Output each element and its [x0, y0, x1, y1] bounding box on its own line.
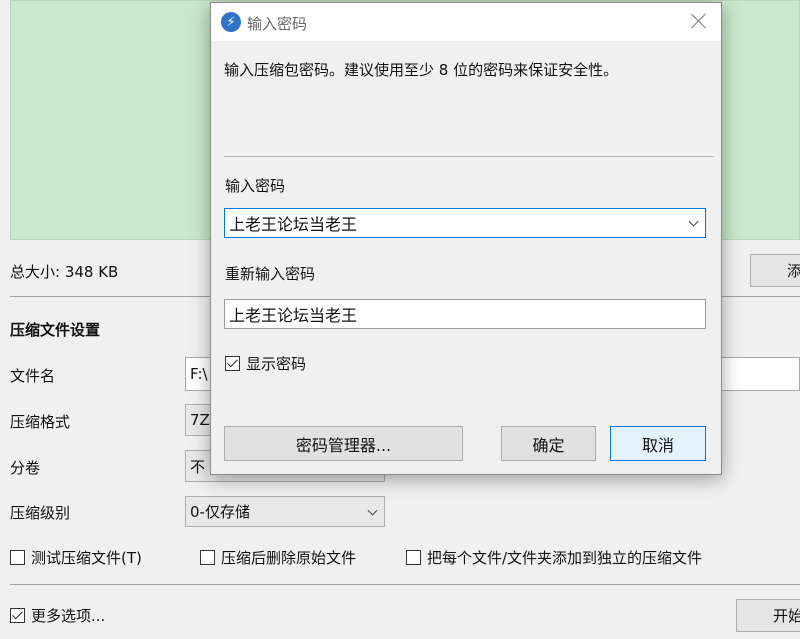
total-size-label: 总大小: 348 KB: [10, 263, 119, 281]
level-value: 0-仅存储: [190, 503, 250, 521]
cancel-button[interactable]: 取消: [610, 426, 706, 461]
test-archive-checkbox[interactable]: 测试压缩文件(T): [10, 547, 142, 568]
checkbox-box[interactable]: [225, 356, 240, 371]
more-options-checkbox[interactable]: 更多选项...: [10, 605, 105, 626]
confirm-password-label: 重新输入密码: [225, 265, 316, 283]
ok-label: 确定: [532, 435, 565, 455]
format-label: 压缩格式: [10, 413, 71, 431]
dialog-titlebar: ⚡ 输入密码: [211, 3, 721, 41]
settings-title: 压缩文件设置: [10, 321, 101, 339]
password-input[interactable]: 上老王论坛当老王: [224, 208, 706, 238]
more-options-label: 更多选项...: [31, 607, 106, 625]
filename-value: F:\: [190, 365, 208, 383]
delete-after-label: 压缩后删除原始文件: [221, 549, 357, 567]
add-button-label: 添: [787, 260, 800, 281]
filename-label: 文件名: [10, 367, 56, 385]
ok-button[interactable]: 确定: [501, 426, 596, 461]
split-value: 不: [190, 457, 206, 476]
password-manager-label: 密码管理器...: [295, 435, 392, 455]
password-label: 输入密码: [225, 177, 286, 195]
format-value: 7Z: [190, 411, 210, 429]
start-button-label: 开始: [773, 607, 800, 625]
dialog-description: 输入压缩包密码。建议使用至少 8 位的密码来保证安全性。: [224, 61, 619, 79]
separate-archives-label: 把每个文件/文件夹添加到独立的压缩文件: [427, 549, 703, 567]
start-button[interactable]: 开始: [736, 599, 800, 632]
checkbox-box[interactable]: [406, 550, 421, 565]
password-manager-button[interactable]: 密码管理器...: [224, 426, 463, 461]
level-label: 压缩级别: [10, 504, 71, 522]
separate-archives-checkbox[interactable]: 把每个文件/文件夹添加到独立的压缩文件: [406, 547, 702, 568]
checkbox-box[interactable]: [10, 550, 25, 565]
app-logo-icon: ⚡: [221, 12, 241, 32]
delete-after-checkbox[interactable]: 压缩后删除原始文件: [200, 547, 356, 568]
level-select[interactable]: 0-仅存储: [185, 496, 385, 527]
confirm-password-value: 上老王论坛当老王: [229, 306, 358, 325]
checkbox-box[interactable]: [10, 608, 25, 623]
dialog-title: 输入密码: [247, 15, 308, 33]
close-icon[interactable]: [691, 13, 707, 29]
cancel-label: 取消: [641, 435, 674, 455]
checkbox-box[interactable]: [200, 550, 215, 565]
password-value: 上老王论坛当老王: [229, 215, 358, 234]
add-button[interactable]: 添: [750, 254, 800, 287]
confirm-password-input[interactable]: 上老王论坛当老王: [224, 299, 706, 329]
chevron-down-icon[interactable]: [688, 216, 699, 227]
chevron-down-icon: [367, 505, 378, 516]
split-label: 分卷: [10, 459, 41, 477]
show-password-label: 显示密码: [246, 355, 307, 373]
password-dialog: ⚡ 输入密码 输入压缩包密码。建议使用至少 8 位的密码来保证安全性。 输入密码…: [210, 2, 722, 475]
show-password-checkbox[interactable]: 显示密码: [225, 353, 306, 374]
divider: [224, 156, 714, 157]
divider: [10, 584, 800, 585]
test-archive-label: 测试压缩文件(T): [31, 549, 142, 567]
